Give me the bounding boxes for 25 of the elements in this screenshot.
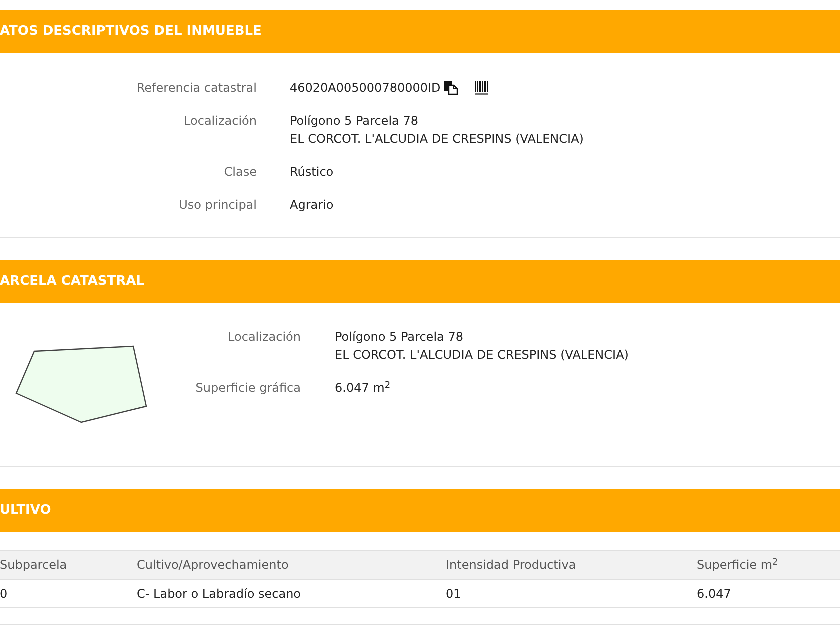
section-header: ARCELA CATASTRAL xyxy=(0,260,840,303)
field-label: Uso principal xyxy=(178,197,257,214)
column-header: Superficie m$^{2}$ xyxy=(697,556,780,574)
field-label: Referencia catastral xyxy=(136,80,257,97)
barcode-icon[interactable] xyxy=(474,81,488,95)
column-header: Intensidad Productiva xyxy=(446,557,578,574)
table-cell-text: 0 xyxy=(0,586,9,602)
table-cell-text: 6.047 xyxy=(697,586,732,602)
field-value: Polígono 5 Parcela 78 EL CORCOT. L'ALCUDIA DE CRESPINS (VALENCIA) xyxy=(335,329,629,364)
field-value: Polígono 5 Parcela 78 EL CORCOT. L'ALCUDIA DE CRESPINS (VALENCIA) xyxy=(290,113,585,148)
field-value: 46020A005000780000ID xyxy=(290,80,441,97)
field-value: Rústico xyxy=(290,164,335,181)
section-header: ATOS DESCRIPTIVOS DEL INMUEBLE xyxy=(0,10,840,53)
copy-icon[interactable] xyxy=(444,81,458,95)
section-header: ULTIVO xyxy=(0,489,840,532)
field-label: Localización xyxy=(183,113,257,130)
table-cell-text: 01 xyxy=(446,586,462,602)
field-label: Clase xyxy=(223,164,257,181)
column-header: Subparcela xyxy=(0,557,68,574)
column-header: Cultivo/Aprovechamiento xyxy=(137,557,290,574)
field-label: Localización xyxy=(227,329,301,346)
field-value: Agrario xyxy=(290,197,335,214)
field-label: Superficie gráfica xyxy=(194,380,301,397)
table-cell-text: C- Labor o Labradío secano xyxy=(137,586,302,602)
field-value: 6.047 m$^{2}$ xyxy=(335,380,392,397)
